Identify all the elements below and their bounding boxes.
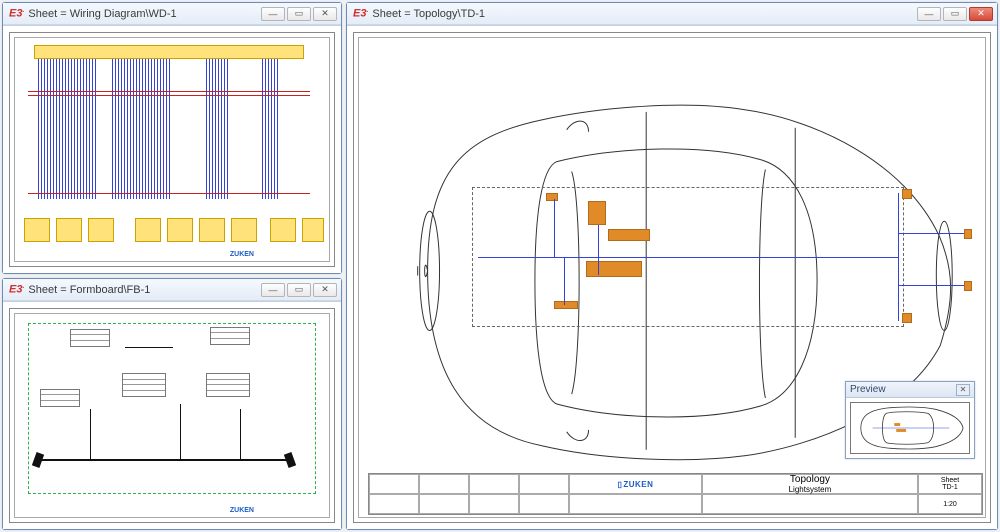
connector-strip-top: [34, 45, 304, 59]
component-connector[interactable]: [554, 301, 578, 309]
drawing-frame-fb: ZUKEN: [9, 308, 335, 523]
preview-pane[interactable]: Preview ✕: [845, 381, 975, 459]
data-table: [70, 329, 110, 347]
maximize-button[interactable]: ▭: [287, 7, 311, 21]
harness-branch: [240, 409, 241, 459]
app-brand-icon: E3.: [353, 7, 368, 20]
connector-block: [302, 218, 324, 242]
topology-wire: [898, 285, 964, 286]
window-controls-td: — ▭ ✕: [917, 7, 993, 21]
titleblock: ZUKEN Topology Lightsystem Sheet TD-1: [368, 473, 983, 515]
topology-wire: [564, 257, 565, 305]
connector-block: [56, 218, 82, 242]
close-button[interactable]: ✕: [969, 7, 993, 21]
connector-block: [24, 218, 50, 242]
preview-title-text: Preview: [850, 384, 886, 395]
component-light[interactable]: [902, 189, 912, 199]
titlebar-wd[interactable]: E3. Sheet = Wiring Diagram\WD-1 — ▭ ✕: [3, 3, 341, 25]
data-table: [210, 327, 250, 345]
topology-wire: [898, 233, 964, 234]
connector-block: [88, 218, 114, 242]
preview-close-button[interactable]: ✕: [956, 384, 970, 396]
harness-branch: [90, 409, 91, 459]
zuken-logo: ZUKEN: [617, 480, 653, 489]
power-rail: [28, 193, 310, 194]
connector-block: [270, 218, 296, 242]
close-button[interactable]: ✕: [313, 283, 337, 297]
window-title-td: Sheet = Topology\TD-1: [372, 8, 485, 20]
drawing-frame-wd: ZUKEN: [9, 32, 335, 267]
app-brand-icon: E3.: [9, 283, 24, 296]
component-ecu[interactable]: [588, 201, 606, 225]
window-controls-fb: — ▭ ✕: [261, 283, 337, 297]
window-controls-wd: — ▭ ✕: [261, 7, 337, 21]
zuken-logo: ZUKEN: [230, 251, 254, 258]
topology-wire: [898, 193, 899, 321]
app-brand-icon: E3.: [9, 7, 24, 20]
topology-wire: [554, 199, 555, 257]
connector-block: [135, 218, 161, 242]
window-formboard[interactable]: E3. Sheet = Formboard\FB-1 — ▭ ✕: [2, 278, 342, 530]
canvas-fb[interactable]: ZUKEN: [3, 301, 341, 529]
data-table: [206, 373, 250, 397]
harness-trunk: [38, 459, 288, 461]
component-module[interactable]: [608, 229, 650, 241]
component-light[interactable]: [964, 281, 972, 291]
power-rail: [28, 91, 310, 92]
minimize-button[interactable]: —: [261, 283, 285, 297]
data-table: [40, 389, 80, 407]
connector-block: [199, 218, 225, 242]
canvas-td[interactable]: ZUKEN Topology Lightsystem Sheet TD-1: [347, 25, 997, 529]
harness-branch: [125, 347, 173, 348]
canvas-wd[interactable]: ZUKEN: [3, 25, 341, 273]
zuken-logo: ZUKEN: [230, 507, 254, 514]
topology-wire: [478, 257, 898, 258]
titleblock-subtitle: Lightsystem: [789, 485, 832, 494]
connector-block: [231, 218, 257, 242]
titlebar-td[interactable]: E3. Sheet = Topology\TD-1 — ▭ ✕: [347, 3, 997, 25]
power-rail: [28, 95, 310, 96]
component-light[interactable]: [902, 313, 912, 323]
titleblock-scale: 1:20: [918, 494, 982, 514]
maximize-button[interactable]: ▭: [287, 283, 311, 297]
minimize-button[interactable]: —: [261, 7, 285, 21]
window-title-wd: Sheet = Wiring Diagram\WD-1: [28, 8, 176, 20]
close-button[interactable]: ✕: [313, 7, 337, 21]
window-topology[interactable]: E3. Sheet = Topology\TD-1 — ▭ ✕: [346, 2, 998, 530]
minimize-button[interactable]: —: [917, 7, 941, 21]
titleblock-title: Topology: [790, 474, 830, 485]
window-wiring-diagram[interactable]: E3. Sheet = Wiring Diagram\WD-1 — ▭ ✕: [2, 2, 342, 274]
data-table: [122, 373, 166, 397]
component-fusebox[interactable]: [586, 261, 642, 277]
maximize-button[interactable]: ▭: [943, 7, 967, 21]
component-connector[interactable]: [546, 193, 558, 201]
preview-body: [846, 398, 974, 458]
formboard-outline: [28, 323, 316, 494]
preview-titlebar[interactable]: Preview ✕: [846, 382, 974, 398]
harness-branch: [180, 404, 181, 459]
topology-wire: [598, 225, 599, 275]
component-light[interactable]: [964, 229, 972, 239]
titlebar-fb[interactable]: E3. Sheet = Formboard\FB-1 — ▭ ✕: [3, 279, 341, 301]
titleblock-sheet-label: Sheet: [941, 477, 959, 484]
window-title-fb: Sheet = Formboard\FB-1: [28, 284, 150, 296]
connector-block: [167, 218, 193, 242]
titleblock-sheet-value: TD-1: [942, 484, 958, 491]
